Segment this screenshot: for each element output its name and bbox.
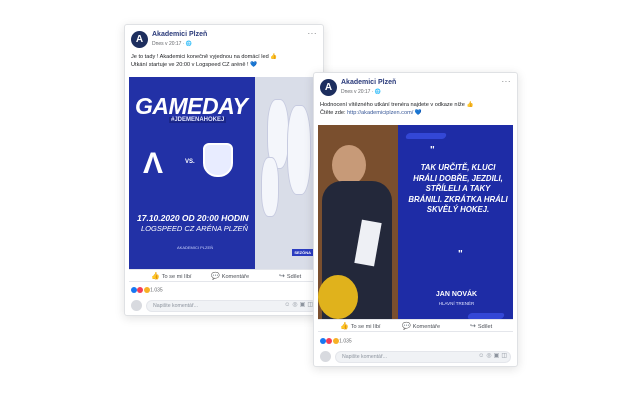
post-text: Hodnocení vítězného utkání trenéra najde… — [320, 101, 511, 117]
post-actions-bar: 👍 To se mi líbí 💬 Komentáře ↪ Sdílet — [318, 319, 513, 332]
thumbs-up-icon: 👍 — [151, 273, 160, 280]
post-image-quote[interactable]: " TAK URČITĚ, KLUCI HRÁLI DOBŘE, JEZDILI… — [318, 125, 513, 319]
share-icon: ↪ — [470, 323, 476, 330]
page-avatar[interactable]: A — [320, 79, 337, 96]
more-options-icon[interactable]: ··· — [502, 77, 512, 86]
comment-button[interactable]: 💬 Komentáře — [211, 272, 249, 280]
gameday-title: GAMEDAY — [135, 93, 248, 119]
haha-reaction-icon — [332, 338, 339, 344]
page-name-link[interactable]: Akademici Plzeň — [152, 31, 207, 38]
share-button[interactable]: ↪ Sdílet — [279, 272, 301, 280]
like-button[interactable]: 👍 To se mi líbí — [151, 272, 192, 280]
love-reaction-icon — [137, 287, 144, 293]
camera-icon[interactable]: ◎ — [292, 302, 299, 308]
share-icon: ↪ — [279, 273, 285, 280]
post-header: A Akademici Plzeň Dnes v 20:17 · 🌐 ··· — [129, 29, 319, 51]
facebook-post-quote: A Akademici Plzeň Dnes v 20:17 · 🌐 ··· H… — [313, 72, 518, 367]
quote-panel — [398, 125, 513, 319]
post-header: A Akademici Plzeň Dnes v 20:17 · 🌐 ··· — [318, 77, 513, 99]
page-avatar[interactable]: A — [131, 31, 148, 48]
comment-tools: ☺◎▣◫ — [478, 352, 509, 359]
players-photo — [255, 77, 319, 269]
comment-composer: Napište komentář... ☺◎▣◫ — [129, 299, 319, 313]
like-reaction-icon — [320, 338, 326, 344]
quote-open-icon: " — [430, 145, 435, 156]
facebook-post-gameday: A Akademici Plzeň Dnes v 20:17 · 🌐 ··· J… — [124, 24, 324, 316]
post-timestamp[interactable]: Dnes v 20:17 · 🌐 — [341, 89, 381, 95]
helmet-foreground — [318, 275, 358, 319]
like-reaction-icon — [131, 287, 137, 293]
season-badge: SEZÓNA — [292, 249, 313, 256]
game-date: 17.10.2020 OD 20:00 HODIN — [137, 213, 249, 223]
post-image-gameday[interactable]: GAMEDAY #JDEMENAHOKEJ Λ VS. 17.10.2020 O… — [129, 77, 319, 269]
reactions-count: 1.035 — [339, 338, 352, 345]
post-text: Je to tady ! Akademici konečně vyjednou … — [131, 53, 317, 69]
reactions-summary[interactable]: 1.035 — [131, 287, 163, 293]
like-button[interactable]: 👍 To se mi líbí — [340, 322, 381, 330]
post-text-line: Čtěte zde: http://akademiciplzen.com/ 💙 — [320, 110, 422, 116]
post-text-line: Je to tady ! Akademici konečně vyjednou … — [131, 54, 278, 60]
post-text-line: Hodnocení vítězného utkání trenéra najde… — [320, 102, 474, 108]
post-timestamp[interactable]: Dnes v 20:17 · 🌐 — [152, 41, 192, 47]
globe-icon: 🌐 — [185, 41, 193, 47]
thumbs-up-icon: 👍 — [340, 323, 349, 330]
comment-icon: 💬 — [211, 273, 220, 280]
more-options-icon[interactable]: ··· — [308, 29, 318, 38]
coach-photo — [318, 125, 402, 319]
globe-icon: 🌐 — [374, 89, 382, 95]
user-avatar — [131, 300, 142, 311]
coach-name: JAN NOVÁK — [435, 291, 478, 298]
image-footer-label: AKADEMICI PLZEŇ — [177, 245, 214, 250]
coach-quote: TAK URČITĚ, KLUCI HRÁLI DOBŘE, JEZDILI, … — [408, 163, 508, 214]
gameday-hashtag: #JDEMENAHOKEJ — [169, 117, 227, 123]
love-reaction-icon — [326, 338, 333, 344]
comment-button[interactable]: 💬 Komentáře — [402, 322, 440, 330]
reactions-count: 1.035 — [150, 287, 163, 294]
sticker-icon[interactable]: ◫ — [501, 353, 509, 359]
user-avatar — [320, 351, 331, 362]
decor-stroke — [404, 133, 448, 139]
comment-tools: ☺◎▣◫ — [284, 301, 315, 308]
article-link[interactable]: http://akademiciplzen.com/ — [347, 110, 413, 116]
page-name-link[interactable]: Akademici Plzeň — [341, 79, 396, 86]
comment-icon: 💬 — [402, 323, 411, 330]
akademici-logo-icon: Λ — [143, 147, 164, 180]
player-figure — [287, 105, 311, 195]
player-figure — [261, 157, 279, 217]
post-actions-bar: 👍 To se mi líbí 💬 Komentáře ↪ Sdílet — [129, 269, 319, 282]
reactions-summary[interactable]: 1.035 — [320, 338, 352, 344]
comment-composer: Napište komentář... ☺◎▣◫ — [318, 350, 513, 364]
coach-role: HLAVNÍ TRENÉR — [438, 301, 475, 306]
opponent-logo-icon — [203, 143, 233, 177]
game-venue: LOGSPEED CZ ARÉNA PLZEŇ — [141, 224, 248, 233]
versus-label: VS. — [185, 159, 195, 165]
coach-head — [332, 145, 366, 185]
share-button[interactable]: ↪ Sdílet — [470, 322, 492, 330]
haha-reaction-icon — [143, 287, 150, 293]
camera-icon[interactable]: ◎ — [486, 353, 493, 359]
quote-close-icon: " — [458, 249, 463, 260]
post-text-line: Utkání startuje ve 20:00 v Logspeed CZ a… — [131, 62, 258, 68]
